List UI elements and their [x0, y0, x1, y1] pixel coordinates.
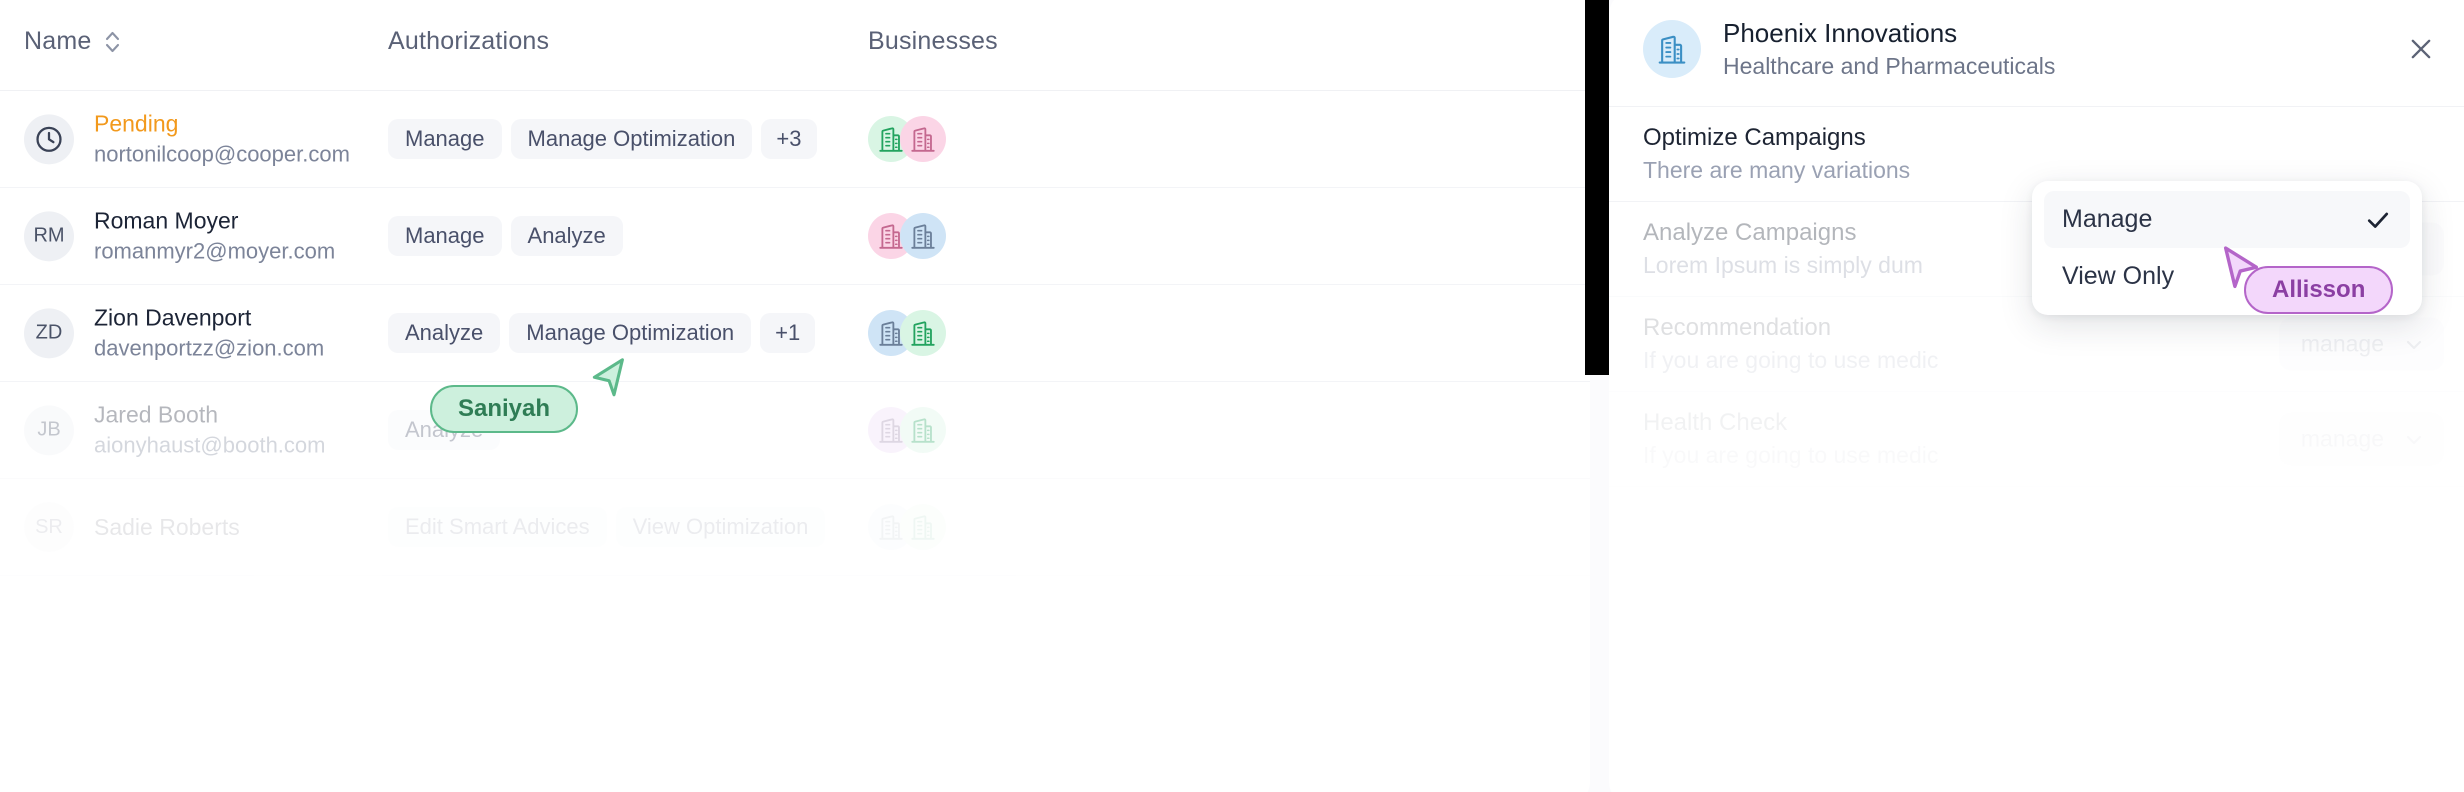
- organization-text: Phoenix Innovations Healthcare and Pharm…: [1723, 18, 2055, 81]
- column-header-businesses: Businesses: [868, 26, 998, 55]
- building-icon[interactable]: [900, 407, 946, 453]
- authorization-chip[interactable]: Analyze: [510, 216, 623, 256]
- building-icon[interactable]: [900, 504, 946, 550]
- name-block: Jared Booth aionyhaust@booth.com: [94, 400, 325, 459]
- table-row[interactable]: Pending nortonilcoop@cooper.com Manage Mana…: [0, 91, 1590, 188]
- permission-title: Health Check: [1643, 408, 1788, 436]
- member-name: Sadie Roberts: [94, 513, 240, 540]
- permission-title: Optimize Campaigns: [1643, 123, 1866, 151]
- sort-updown-icon[interactable]: [104, 27, 121, 55]
- permission-select-value: manage: [2300, 425, 2384, 452]
- authorization-chip[interactable]: Edit Smart Advices: [388, 507, 607, 547]
- permission-description: There are many variations: [1643, 156, 1911, 183]
- building-icon[interactable]: [900, 310, 946, 356]
- name-block: Roman Moyer romanmyr2@moyer.com: [94, 206, 335, 265]
- cell-name: JB Jared Booth aionyhaust@booth.com: [24, 400, 325, 459]
- avatar: RM: [24, 211, 74, 261]
- cell-authorizations: Analyze Manage Optimization +1: [388, 313, 816, 353]
- dropdown-item[interactable]: Manage: [2044, 191, 2410, 248]
- cell-businesses: [868, 407, 946, 453]
- name-block: Zion Davenport davenportzz@zion.com: [94, 303, 324, 362]
- authorization-chip[interactable]: Manage Optimization: [509, 313, 752, 353]
- column-header-name-label: Name: [24, 26, 92, 55]
- authorization-overflow-chip[interactable]: +1: [760, 313, 816, 353]
- cell-authorizations: Manage Analyze: [388, 216, 623, 256]
- permission-text: Analyze Campaigns Lorem Ipsum is simply d…: [1643, 219, 1923, 280]
- cell-businesses: [868, 310, 946, 356]
- member-email: aionyhaust@booth.com: [94, 432, 326, 458]
- authorization-chip[interactable]: Manage Optimization: [510, 119, 753, 159]
- panel-header: Phoenix Innovations Healthcare and Pharm…: [1609, 0, 2464, 107]
- building-icon[interactable]: [900, 116, 946, 162]
- cursor-label-allisson: Allisson: [2244, 266, 2394, 314]
- permission-text: Optimize Campaigns There are many variati…: [1643, 124, 1910, 185]
- permission-title: Recommendation: [1643, 313, 1832, 341]
- name-block: Pending nortonilcoop@cooper.com: [94, 109, 350, 168]
- members-table-card: Name Authorizations Businesses Pending no…: [0, 0, 1590, 792]
- authorization-chip[interactable]: View Optimization: [615, 507, 826, 547]
- cell-name: RM Roman Moyer romanmyr2@moyer.com: [24, 206, 335, 265]
- permission-description: If you are going to use medic: [1643, 441, 1939, 468]
- column-header-authorizations: Authorizations: [388, 26, 550, 55]
- status-badge: Pending: [94, 110, 179, 137]
- permission-description: If you are going to use medic: [1643, 346, 1939, 373]
- chevron-down-icon: [2402, 332, 2426, 356]
- authorization-chip[interactable]: Manage: [388, 119, 502, 159]
- cell-authorizations: Manage Manage Optimization +3: [388, 119, 817, 159]
- cell-authorizations: Edit Smart Advices View Optimization: [388, 507, 826, 547]
- table-row[interactable]: RM Roman Moyer romanmyr2@moyer.com Manage An…: [0, 188, 1590, 285]
- permission-row[interactable]: Health Check If you are going to use medi…: [1609, 392, 2464, 487]
- close-icon[interactable]: [2402, 30, 2440, 68]
- table-bottom-fade: [0, 684, 1590, 792]
- member-name: Jared Booth: [94, 401, 219, 428]
- permission-select-value: manage: [2300, 330, 2384, 357]
- cell-businesses: [868, 213, 946, 259]
- member-name: Zion Davenport: [94, 304, 252, 331]
- table-row[interactable]: ZD Zion Davenport davenportzz@zion.com Anal…: [0, 285, 1590, 382]
- building-icon: [1643, 20, 1701, 78]
- table-row[interactable]: SR Sadie Roberts Edit Smart Advices View Op…: [0, 479, 1590, 576]
- building-icon[interactable]: [900, 213, 946, 259]
- chevron-down-icon: [2402, 427, 2426, 451]
- table-row[interactable]: JBJared Boothaionyhaust@booth.comAnalyze: [0, 382, 1590, 479]
- avatar: JB: [24, 405, 74, 455]
- cell-businesses: [868, 116, 946, 162]
- cell-name: ZD Zion Davenport davenportzz@zion.com: [24, 303, 324, 362]
- member-email: davenportzz@zion.com: [94, 335, 325, 361]
- authorization-chip[interactable]: Analyze: [388, 313, 501, 353]
- permission-select[interactable]: manage: [2278, 317, 2444, 371]
- avatar: SR: [24, 502, 74, 552]
- permission-description: Lorem Ipsum is simply dum: [1643, 251, 1923, 278]
- cell-businesses: [868, 504, 946, 550]
- dropdown-item-label: Manage: [2062, 205, 2153, 233]
- cursor-label-saniyah: Saniyah: [430, 385, 579, 433]
- member-email: nortonilcoop@cooper.com: [94, 141, 350, 167]
- organization-detail-panel: Phoenix Innovations Healthcare and Pharm…: [1609, 0, 2464, 792]
- permission-text: Recommendation If you are going to use me…: [1643, 314, 1938, 375]
- member-name: Roman Moyer: [94, 207, 239, 234]
- table-header-row: Name Authorizations Businesses: [0, 0, 1590, 91]
- app-root: Name Authorizations Businesses Pending no…: [0, 0, 2464, 792]
- organization-title: Phoenix Innovations: [1723, 17, 1958, 48]
- avatar: ZD: [24, 308, 74, 358]
- authorization-overflow-chip[interactable]: +3: [761, 119, 817, 159]
- authorization-chip[interactable]: Manage: [388, 216, 502, 256]
- organization-subtitle: Healthcare and Pharmaceuticals: [1723, 52, 2056, 79]
- table-body: Pending nortonilcoop@cooper.com Manage Mana…: [0, 91, 1590, 576]
- cursor-pointer-icon-saniyah: [586, 355, 628, 406]
- permission-title: Analyze Campaigns: [1643, 218, 1857, 246]
- dropdown-item-label: View Only: [2062, 262, 2175, 290]
- cell-name: Pending nortonilcoop@cooper.com: [24, 109, 350, 168]
- permission-select[interactable]: manage: [2278, 412, 2444, 466]
- check-icon: [2364, 206, 2392, 234]
- clock-icon: [24, 114, 74, 164]
- member-email: romanmyr2@moyer.com: [94, 238, 336, 264]
- permission-text: Health Check If you are going to use medi…: [1643, 409, 1938, 470]
- cell-name: SR Sadie Roberts: [24, 502, 240, 552]
- name-block: Sadie Roberts: [94, 513, 240, 542]
- panel-gap-strip: [1585, 0, 1609, 375]
- column-header-name[interactable]: Name: [24, 27, 121, 56]
